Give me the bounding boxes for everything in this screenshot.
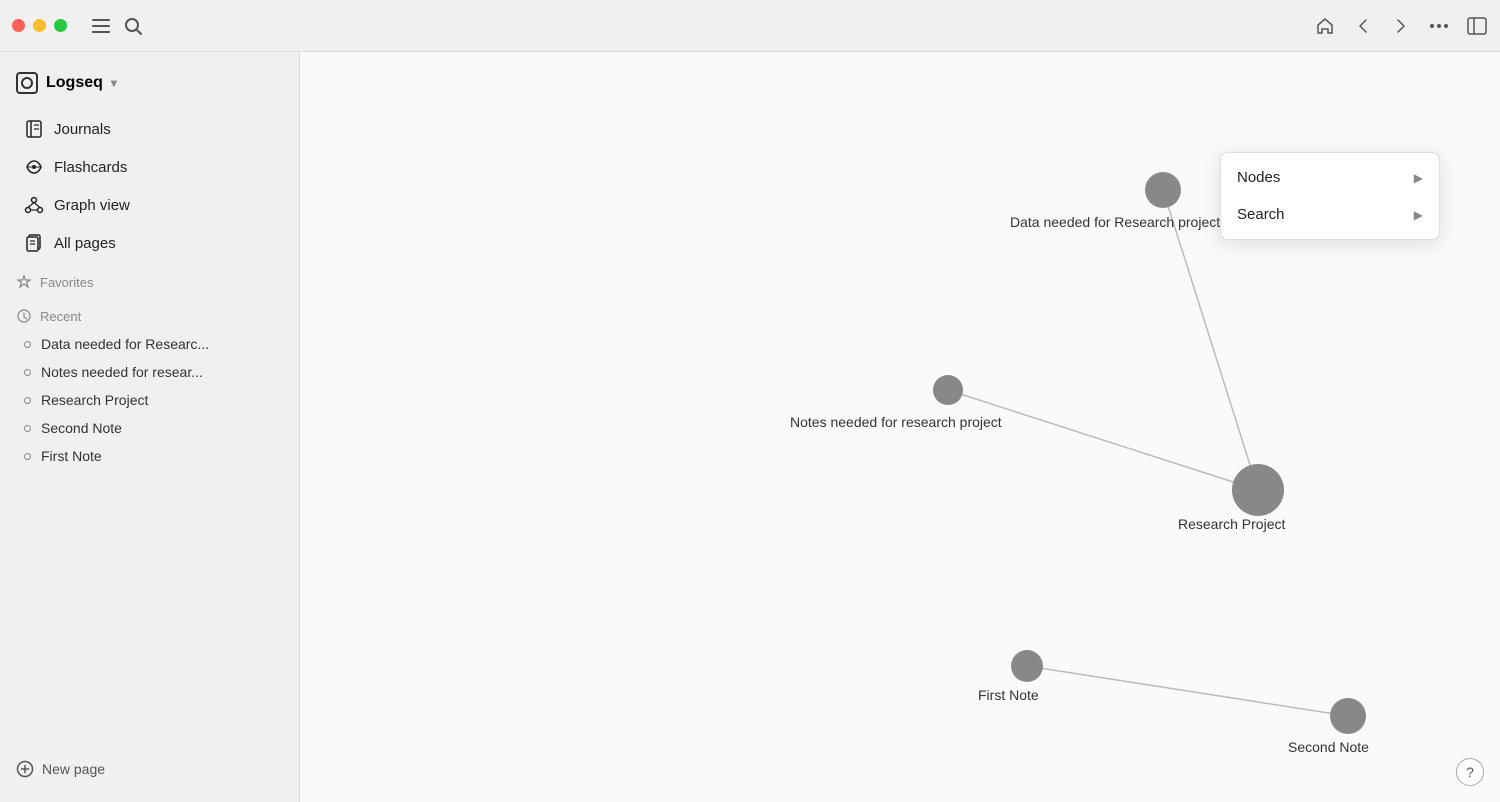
recent-item-notes-needed[interactable]: Notes needed for resear...	[0, 358, 299, 386]
help-label: ?	[1466, 764, 1474, 780]
recent-item-first-note-label: First Note	[41, 448, 102, 464]
recent-item-research-project[interactable]: Research Project	[0, 386, 299, 414]
sidebar-brand[interactable]: Logseq ▾	[0, 64, 299, 110]
node-notes-needed-label: Notes needed for research project	[790, 414, 1002, 430]
search-icon[interactable]	[123, 16, 143, 36]
context-menu-nodes-arrow: ▶	[1414, 171, 1423, 185]
sidebar: Logseq ▾ Journals	[0, 52, 300, 802]
edge-notes-to-research	[948, 390, 1258, 490]
context-menu-search-label: Search	[1237, 206, 1285, 223]
favorites-label: Favorites	[40, 275, 93, 290]
more-icon[interactable]	[1428, 15, 1450, 37]
main-layout: Logseq ▾ Journals	[0, 52, 1500, 802]
recent-item-bullet	[24, 341, 31, 348]
recent-item-second-note-label: Second Note	[41, 420, 122, 436]
home-icon[interactable]	[1314, 15, 1336, 37]
title-bar	[0, 0, 1500, 52]
sidebar-toggle-icon[interactable]	[1466, 15, 1488, 37]
sidebar-item-journals-label: Journals	[54, 121, 111, 138]
node-notes-needed[interactable]	[933, 375, 963, 405]
node-research-project-label: Research Project	[1178, 516, 1285, 532]
recent-item-notes-needed-label: Notes needed for resear...	[41, 364, 203, 380]
star-icon	[16, 274, 32, 290]
favorites-section-header: Favorites	[0, 262, 299, 296]
sidebar-item-graph-view-label: Graph view	[54, 197, 130, 214]
node-second-note[interactable]	[1330, 698, 1366, 734]
recent-item-first-note[interactable]: First Note	[0, 442, 299, 470]
close-button[interactable]	[12, 19, 25, 32]
title-bar-right	[1314, 15, 1488, 37]
node-research-project[interactable]	[1232, 464, 1284, 516]
recent-item-bullet	[24, 453, 31, 460]
hamburger-icon[interactable]	[91, 16, 111, 36]
logseq-brand-icon	[16, 72, 38, 94]
help-button[interactable]: ?	[1456, 758, 1484, 786]
recent-item-second-note[interactable]: Second Note	[0, 414, 299, 442]
recent-item-research-project-label: Research Project	[41, 392, 148, 408]
sidebar-item-flashcards-label: Flashcards	[54, 159, 127, 176]
recent-item-data-needed-label: Data needed for Researc...	[41, 336, 209, 352]
new-page-button[interactable]: New page	[16, 760, 283, 778]
clock-icon	[16, 308, 32, 324]
journals-icon	[24, 119, 44, 139]
maximize-button[interactable]	[54, 19, 67, 32]
recent-label: Recent	[40, 309, 81, 324]
sidebar-footer: New page	[0, 748, 299, 790]
recent-item-bullet	[24, 369, 31, 376]
recent-item-data-needed[interactable]: Data needed for Researc...	[0, 330, 299, 358]
edge-first-to-second	[1027, 666, 1348, 716]
forward-icon[interactable]	[1390, 15, 1412, 37]
node-data-needed-label: Data needed for Research project	[1010, 214, 1220, 230]
new-page-label: New page	[42, 761, 105, 777]
sidebar-item-graph-view[interactable]: Graph view	[8, 186, 291, 224]
node-first-note-label: First Note	[978, 687, 1039, 703]
sidebar-item-all-pages-label: All pages	[54, 235, 116, 252]
sidebar-item-journals[interactable]: Journals	[8, 110, 291, 148]
node-data-needed[interactable]	[1145, 172, 1181, 208]
context-menu-nodes[interactable]: Nodes ▶	[1221, 159, 1439, 196]
graph-view-icon	[24, 195, 44, 215]
node-second-note-label: Second Note	[1288, 739, 1369, 755]
flashcards-icon	[24, 157, 44, 177]
traffic-lights	[12, 19, 67, 32]
recent-item-bullet	[24, 425, 31, 432]
sidebar-item-all-pages[interactable]: All pages	[8, 224, 291, 262]
back-icon[interactable]	[1352, 15, 1374, 37]
recent-section-header: Recent	[0, 296, 299, 330]
all-pages-icon	[24, 233, 44, 253]
brand-label: Logseq	[46, 74, 103, 92]
plus-circle-icon	[16, 760, 34, 778]
recent-item-bullet	[24, 397, 31, 404]
node-first-note[interactable]	[1011, 650, 1043, 682]
context-menu-search[interactable]: Search ▶	[1221, 196, 1439, 233]
minimize-button[interactable]	[33, 19, 46, 32]
sidebar-item-flashcards[interactable]: Flashcards	[8, 148, 291, 186]
context-menu-nodes-label: Nodes	[1237, 169, 1280, 186]
graph-area[interactable]: Data needed for Research project Notes n…	[300, 52, 1500, 802]
brand-chevron: ▾	[111, 76, 117, 90]
context-menu: Nodes ▶ Search ▶	[1220, 152, 1440, 240]
context-menu-search-arrow: ▶	[1414, 208, 1423, 222]
title-bar-controls	[91, 16, 143, 36]
